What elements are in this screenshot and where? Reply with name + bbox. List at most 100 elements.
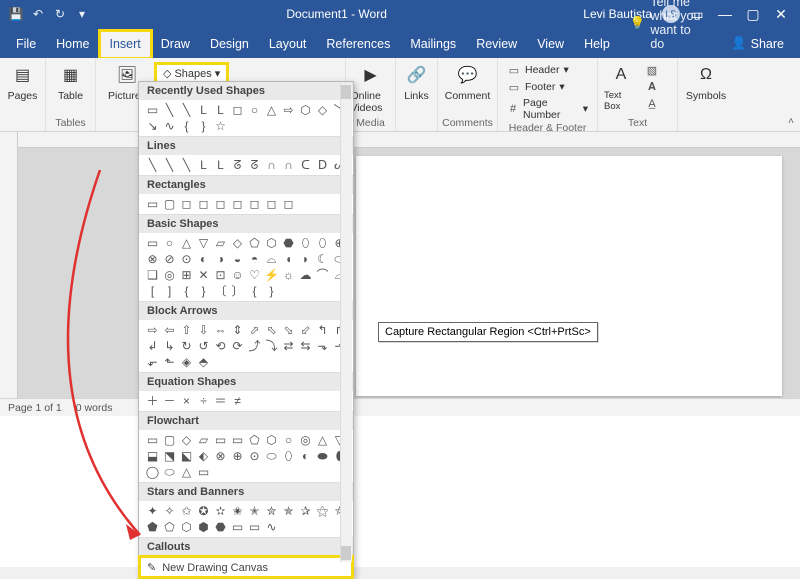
dropcap-button[interactable]: A̲ xyxy=(642,96,662,112)
shape-item[interactable]: ◻ xyxy=(213,197,228,211)
shape-item[interactable]: ▢ xyxy=(162,433,177,447)
shape-item[interactable]: ◎ xyxy=(162,268,177,282)
tab-file[interactable]: File xyxy=(6,31,46,58)
shape-item[interactable]: ⬘ xyxy=(196,355,211,369)
shape-item[interactable]: ⊗ xyxy=(213,449,228,463)
shape-item[interactable]: ✧ xyxy=(162,504,177,518)
shape-item[interactable]: ↘ xyxy=(145,119,160,133)
shape-item[interactable]: L xyxy=(196,103,211,117)
shape-item[interactable]: ▭ xyxy=(247,520,262,534)
shape-item[interactable]: ⬎ xyxy=(315,339,330,353)
tab-help[interactable]: Help xyxy=(574,31,620,58)
shape-item[interactable]: ↳ xyxy=(162,339,177,353)
shape-item[interactable]: ⬭ xyxy=(264,449,279,463)
shape-item[interactable]: ▭ xyxy=(230,520,245,534)
shape-item[interactable]: ⬯ xyxy=(281,449,296,463)
tab-insert[interactable]: Insert xyxy=(100,31,151,58)
shape-item[interactable]: ᘔ xyxy=(247,158,262,172)
shape-item[interactable]: 〔 xyxy=(213,284,228,298)
shape-item[interactable]: ⊙ xyxy=(179,252,194,266)
tab-view[interactable]: View xyxy=(527,31,574,58)
shape-item[interactable]: ◈ xyxy=(179,355,194,369)
shape-item[interactable]: ▽ xyxy=(196,236,211,250)
shape-item[interactable]: ⬠ xyxy=(247,433,262,447)
shape-item[interactable]: ◐ xyxy=(298,449,313,463)
shape-item[interactable]: ⬢ xyxy=(196,520,211,534)
dropdown-scrollbar[interactable] xyxy=(340,83,352,562)
shape-item[interactable]: ＝ xyxy=(213,394,228,408)
shape-item[interactable]: ╲ xyxy=(179,103,194,117)
shape-item[interactable]: ◗ xyxy=(298,252,313,266)
shape-item[interactable]: ᑕ xyxy=(298,158,313,172)
shape-item[interactable]: ▭ xyxy=(145,103,160,117)
shape-item[interactable]: ∿ xyxy=(162,119,177,133)
tab-review[interactable]: Review xyxy=(466,31,527,58)
shape-item[interactable]: } xyxy=(264,284,279,298)
header-button[interactable]: ▭Header ▾ xyxy=(504,62,591,78)
shape-item[interactable]: ⤵ xyxy=(264,339,279,353)
qat-dropdown-icon[interactable]: ▾ xyxy=(74,6,90,22)
shape-item[interactable]: ☆ xyxy=(213,119,228,133)
shape-item[interactable]: ⬣ xyxy=(213,520,228,534)
status-words[interactable]: 0 words xyxy=(76,402,113,414)
shape-item[interactable]: ⚡ xyxy=(264,268,279,282)
save-icon[interactable]: 💾 xyxy=(8,6,24,22)
shape-item[interactable]: ⚝ xyxy=(315,504,330,518)
shape-item[interactable]: ≠ xyxy=(230,394,245,408)
shape-item[interactable]: ◻ xyxy=(264,197,279,211)
shape-item[interactable]: ⇩ xyxy=(196,323,211,337)
shape-item[interactable]: ⟲ xyxy=(213,339,228,353)
shape-item[interactable]: ◻ xyxy=(196,197,211,211)
shape-item[interactable]: ⇨ xyxy=(145,323,160,337)
shape-item[interactable]: ╲ xyxy=(162,158,177,172)
new-drawing-canvas[interactable]: ✎ New Drawing Canvas xyxy=(139,556,353,578)
shape-item[interactable]: ⬃ xyxy=(298,323,313,337)
textbox-button[interactable]: A Text Box xyxy=(604,62,638,112)
shape-item[interactable]: ◐ xyxy=(196,252,211,266)
shape-item[interactable]: { xyxy=(179,284,194,298)
shape-item[interactable]: ✬ xyxy=(230,504,245,518)
shape-item[interactable]: ○ xyxy=(247,103,262,117)
shape-item[interactable]: } xyxy=(196,284,211,298)
shape-item[interactable]: ⊙ xyxy=(247,449,262,463)
shape-item[interactable]: ∩ xyxy=(264,158,279,172)
shape-item[interactable]: ⟳ xyxy=(230,339,245,353)
tab-design[interactable]: Design xyxy=(200,31,259,58)
shape-item[interactable]: ▭ xyxy=(230,433,245,447)
shape-item[interactable]: ✮ xyxy=(264,504,279,518)
shape-item[interactable]: ＋ xyxy=(145,394,160,408)
shape-item[interactable]: ⊞ xyxy=(179,268,194,282)
shape-item[interactable]: ✩ xyxy=(179,504,194,518)
shape-item[interactable]: ⬖ xyxy=(196,449,211,463)
shape-item[interactable]: ⬠ xyxy=(162,520,177,534)
shape-item[interactable]: ⇄ xyxy=(281,339,296,353)
maximize-icon[interactable]: ▢ xyxy=(742,3,764,25)
shape-item[interactable]: ✕ xyxy=(196,268,211,282)
shape-item[interactable]: ⊡ xyxy=(213,268,228,282)
shape-item[interactable]: ⬀ xyxy=(247,323,262,337)
status-page[interactable]: Page 1 of 1 xyxy=(8,402,62,414)
shape-item[interactable]: ◻ xyxy=(230,103,245,117)
shape-item[interactable]: ◇ xyxy=(179,433,194,447)
shape-item[interactable]: ⬡ xyxy=(264,433,279,447)
links-button[interactable]: 🔗 Links xyxy=(397,62,437,102)
shape-item[interactable]: ☼ xyxy=(281,268,296,282)
collapse-ribbon-icon[interactable]: ˄ xyxy=(788,116,794,127)
shape-item[interactable]: ▢ xyxy=(162,197,177,211)
shape-item[interactable]: ♡ xyxy=(247,268,262,282)
horizontal-ruler[interactable] xyxy=(18,132,800,148)
shape-item[interactable]: ⬡ xyxy=(264,236,279,250)
shape-item[interactable]: { xyxy=(179,119,194,133)
shape-item[interactable]: ⬔ xyxy=(162,449,177,463)
shape-item[interactable]: ✪ xyxy=(196,504,211,518)
shape-item[interactable]: ✰ xyxy=(298,504,313,518)
table-button[interactable]: ▦ Table xyxy=(51,62,91,102)
tell-me[interactable]: 💡Tell me what you want to do xyxy=(620,0,713,58)
shape-item[interactable]: ÷ xyxy=(196,394,211,408)
shape-item[interactable]: ◓ xyxy=(247,252,262,266)
shape-item[interactable]: ∩ xyxy=(281,158,296,172)
shape-item[interactable]: ◻ xyxy=(179,197,194,211)
shape-item[interactable]: ✭ xyxy=(247,504,262,518)
shape-item[interactable]: ⬯ xyxy=(298,236,313,250)
shape-item[interactable]: ○ xyxy=(281,433,296,447)
